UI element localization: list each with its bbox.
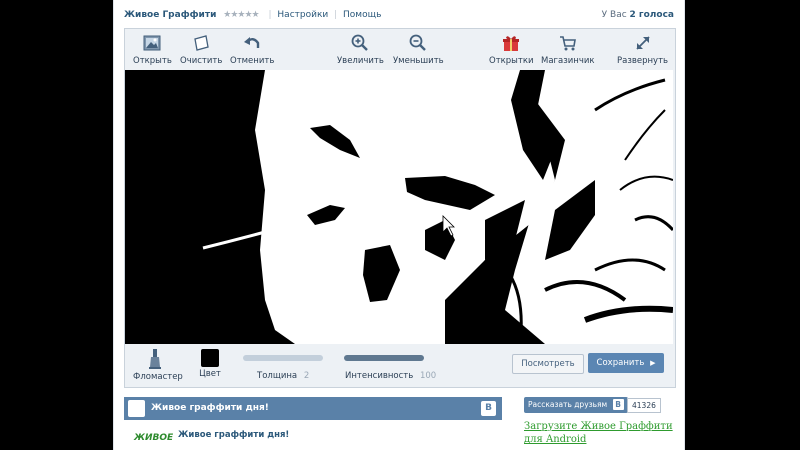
daily-header: Живое граффити дня! В <box>124 397 502 420</box>
thickness-info: Толщина 2 <box>257 371 309 381</box>
vk-badge: В <box>612 399 624 410</box>
gift-icon <box>503 36 520 51</box>
thickness-label: Толщина <box>257 371 298 381</box>
save-button[interactable]: Сохранить ▶ <box>588 353 664 373</box>
shopping-cart-icon <box>559 36 576 51</box>
open-label: Открыть <box>133 56 172 66</box>
app-title[interactable]: Живое Граффити <box>124 10 216 20</box>
clear-sheet-icon <box>194 35 209 51</box>
expand-icon <box>635 36 650 50</box>
preview-button[interactable]: Посмотреть <box>512 354 584 374</box>
daily-header-title[interactable]: Живое граффити дня! <box>151 403 269 413</box>
clear-label: Очистить <box>180 56 223 66</box>
votes-value[interactable]: 2 голоса <box>630 10 674 20</box>
votes-info: У Вас 2 голоса <box>602 10 674 20</box>
shop-label: Магазинчик <box>541 56 595 66</box>
top-bar: Живое Граффити ★★★★★ | Настройки | Помощ… <box>124 10 674 28</box>
thickness-value: 2 <box>303 371 310 381</box>
daily-graffiti-block: Живое граффити дня! В ЖИВОЕ Живое граффи… <box>124 397 502 450</box>
intensity-value: 100 <box>419 371 437 381</box>
postcards-button[interactable]: Открытки <box>489 33 534 69</box>
marker-tool[interactable]: Фломастер <box>133 349 183 382</box>
zoom-in-button[interactable]: Увеличить <box>337 33 384 69</box>
zoom-in-icon <box>352 34 369 51</box>
share-count: 41326 <box>627 398 661 413</box>
marker-label: Фломастер <box>133 372 183 382</box>
votes-prefix: У Вас <box>601 10 627 20</box>
undo-icon <box>244 37 260 48</box>
share-button[interactable]: Рассказать друзьям В <box>524 397 628 413</box>
color-label: Цвет <box>199 369 221 379</box>
divider: | <box>268 10 272 20</box>
image-icon <box>143 35 161 51</box>
clear-button[interactable]: Очистить <box>180 33 222 69</box>
intensity-slider[interactable] <box>344 355 424 361</box>
android-download-link[interactable]: Загрузите Живое Граффити для Android <box>524 420 680 446</box>
daily-item-logo[interactable]: ЖИВОЕ <box>134 433 173 443</box>
zoom-out-button[interactable]: Уменьшить <box>393 33 444 69</box>
share-label: Рассказать друзьям <box>528 400 608 409</box>
postcards-label: Открытки <box>489 56 534 66</box>
undo-label: Отменить <box>230 56 275 66</box>
marker-icon <box>149 349 161 369</box>
zoom-out-icon <box>409 34 427 51</box>
share-block: Рассказать друзьям В 41326 Загрузите Жив… <box>524 397 684 450</box>
daily-logo <box>128 400 145 417</box>
zoom-in-label: Увеличить <box>337 56 384 66</box>
zoom-out-label: Уменьшить <box>393 56 444 66</box>
drawing-canvas[interactable] <box>125 70 673 344</box>
vk-badge[interactable]: В <box>481 401 496 416</box>
color-picker[interactable]: Цвет <box>195 349 225 379</box>
settings-link[interactable]: Настройки <box>277 10 328 20</box>
graffiti-drawing <box>125 70 673 344</box>
thickness-slider[interactable] <box>243 355 323 361</box>
shop-button[interactable]: Магазинчик <box>541 33 595 69</box>
graffiti-editor: Открыть Очистить Отменить Увеличить Умен… <box>124 28 676 388</box>
brush-controls: Фломастер Цвет Толщина 2 Интенсивность 1… <box>125 345 675 387</box>
intensity-info: Интенсивность 100 <box>345 371 436 381</box>
expand-button[interactable]: Развернуть <box>617 33 668 69</box>
app-frame: Живое Граффити ★★★★★ | Настройки | Помощ… <box>113 0 685 450</box>
daily-item-title[interactable]: Живое граффити дня! <box>178 430 289 440</box>
arrow-right-icon: ▶ <box>650 359 656 367</box>
expand-label: Развернуть <box>617 56 669 66</box>
toolbar: Открыть Очистить Отменить Увеличить Умен… <box>125 29 675 71</box>
save-label: Сохранить <box>596 358 645 368</box>
help-link[interactable]: Помощь <box>343 10 381 20</box>
color-swatch[interactable] <box>201 349 219 367</box>
undo-button[interactable]: Отменить <box>230 33 274 69</box>
intensity-label: Интенсивность <box>345 371 414 381</box>
rating-stars: ★★★★★ <box>223 10 259 20</box>
divider: | <box>334 10 338 20</box>
open-button[interactable]: Открыть <box>133 33 172 69</box>
